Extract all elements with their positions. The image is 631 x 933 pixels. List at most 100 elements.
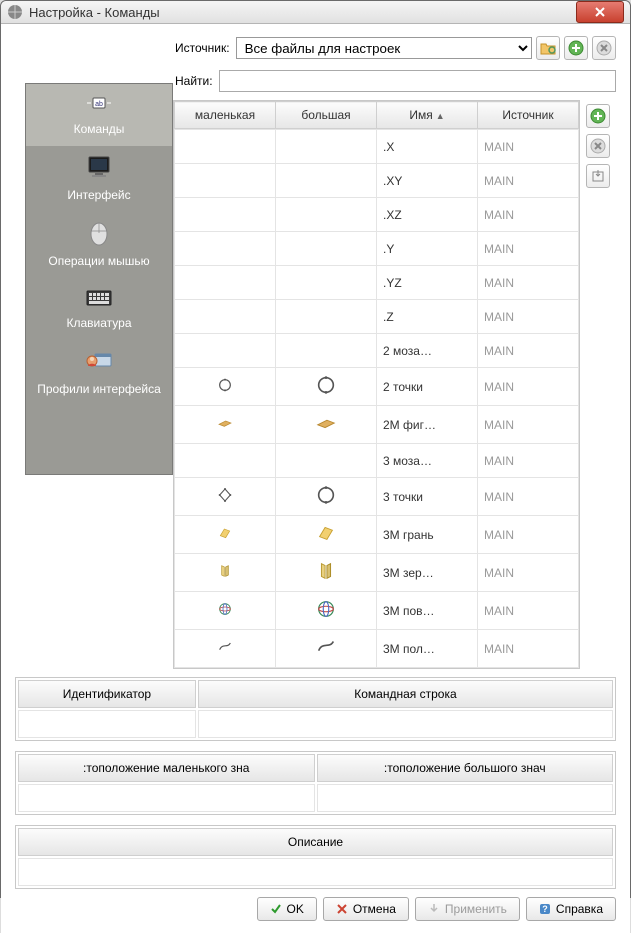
cell-source: MAIN bbox=[478, 406, 579, 444]
cell-name: .X bbox=[377, 130, 478, 164]
cell-small-icon bbox=[175, 516, 276, 554]
search-label: Найти: bbox=[175, 74, 213, 88]
cell-big-icon bbox=[276, 478, 377, 516]
table-side-buttons bbox=[586, 100, 616, 669]
table-row[interactable]: 3М граньMAIN bbox=[175, 516, 579, 554]
cell-name: .XY bbox=[377, 164, 478, 198]
cell-name: 3М пов… bbox=[377, 592, 478, 630]
detail-row bbox=[18, 858, 613, 886]
cell-big-icon bbox=[276, 592, 377, 630]
cell-big-icon bbox=[276, 406, 377, 444]
sidebar-item-mouse[interactable]: Операции мышью bbox=[26, 212, 172, 278]
cell-big-icon bbox=[276, 630, 377, 668]
table-row[interactable]: 3М пов…MAIN bbox=[175, 592, 579, 630]
ok-button[interactable]: OK bbox=[257, 897, 317, 921]
col-source[interactable]: Источник bbox=[478, 102, 579, 129]
content-area: Источник: Все файлы для настроек ab Кома… bbox=[1, 24, 630, 933]
cell-big-icon bbox=[276, 516, 377, 554]
cell-big-icon bbox=[276, 130, 377, 164]
table-row[interactable]: 2 точкиMAIN bbox=[175, 368, 579, 406]
sidebar-item-profiles[interactable]: Профили интерфейса bbox=[26, 340, 172, 406]
cell-small-icon bbox=[175, 300, 276, 334]
cell-source: MAIN bbox=[478, 334, 579, 368]
export-command-button[interactable] bbox=[586, 164, 610, 188]
remove-button[interactable] bbox=[592, 36, 616, 60]
cell-source: MAIN bbox=[478, 592, 579, 630]
cell-name: 3М пол… bbox=[377, 630, 478, 668]
cell-name: 2 точки bbox=[377, 368, 478, 406]
table-scroll[interactable]: .XMAIN.XYMAIN.XZMAIN.YMAIN.YZMAIN.ZMAIN2… bbox=[174, 129, 579, 668]
cell-big-icon bbox=[276, 444, 377, 478]
detail-row bbox=[18, 784, 613, 812]
source-row: Источник: Все файлы для настроек bbox=[15, 36, 616, 60]
cell-name: 2М фиг… bbox=[377, 406, 478, 444]
close-button[interactable] bbox=[576, 1, 624, 23]
table-row[interactable]: .YZMAIN bbox=[175, 266, 579, 300]
cell-big-icon bbox=[276, 368, 377, 406]
table-header-row: маленькая большая Имя▲ Источник bbox=[175, 102, 579, 129]
cell-name: 3 точки bbox=[377, 478, 478, 516]
table-row[interactable]: .YMAIN bbox=[175, 232, 579, 266]
table-row[interactable]: .ZMAIN bbox=[175, 300, 579, 334]
apply-button[interactable]: Применить bbox=[415, 897, 520, 921]
cell-source: MAIN bbox=[478, 516, 579, 554]
delete-command-button[interactable] bbox=[586, 134, 610, 158]
cell-big-icon bbox=[276, 334, 377, 368]
cell-big-icon bbox=[276, 232, 377, 266]
table-row[interactable]: 3 моза…MAIN bbox=[175, 444, 579, 478]
col-big[interactable]: большая bbox=[276, 102, 377, 129]
cell-small-icon bbox=[175, 334, 276, 368]
cell-name: .XZ bbox=[377, 198, 478, 232]
table-row[interactable]: 2М фиг…MAIN bbox=[175, 406, 579, 444]
table-row[interactable]: .XZMAIN bbox=[175, 198, 579, 232]
add-button[interactable] bbox=[564, 36, 588, 60]
browse-folder-button[interactable] bbox=[536, 36, 560, 60]
cancel-button[interactable]: Отмена bbox=[323, 897, 409, 921]
cell-source: MAIN bbox=[478, 300, 579, 334]
table-area: маленькая большая Имя▲ Источник .XMAIN.X… bbox=[173, 100, 616, 669]
cell-name: 2 моза… bbox=[377, 334, 478, 368]
sidebar-item-label: Клавиатура bbox=[28, 316, 170, 330]
cell-source: MAIN bbox=[478, 444, 579, 478]
cell-small-icon bbox=[175, 266, 276, 300]
commandline-header[interactable]: Командная строка bbox=[198, 680, 613, 708]
sidebar-item-keyboard[interactable]: Клавиатура bbox=[26, 278, 172, 340]
cell-source: MAIN bbox=[478, 630, 579, 668]
cell-small-icon bbox=[175, 130, 276, 164]
col-name[interactable]: Имя▲ bbox=[377, 102, 478, 129]
cell-small-icon bbox=[175, 198, 276, 232]
cell-big-icon bbox=[276, 300, 377, 334]
cell-source: MAIN bbox=[478, 198, 579, 232]
add-command-button[interactable] bbox=[586, 104, 610, 128]
small-icon-loc-header[interactable]: :тоположение маленького зна bbox=[18, 754, 315, 782]
sidebar-item-commands[interactable]: ab Команды bbox=[26, 84, 172, 146]
cell-small-icon bbox=[175, 630, 276, 668]
table-row[interactable]: 3 точкиMAIN bbox=[175, 478, 579, 516]
big-icon-loc-header[interactable]: :тоположение большого знач bbox=[317, 754, 614, 782]
table-row[interactable]: 3М зер…MAIN bbox=[175, 554, 579, 592]
col-small[interactable]: маленькая bbox=[175, 102, 276, 129]
source-select[interactable]: Все файлы для настроек bbox=[236, 37, 532, 59]
titlebar: Настройка - Команды bbox=[1, 1, 630, 24]
table-row[interactable]: 3М пол…MAIN bbox=[175, 630, 579, 668]
description-header[interactable]: Описание bbox=[18, 828, 613, 856]
cell-small-icon bbox=[175, 592, 276, 630]
cell-small-icon bbox=[175, 406, 276, 444]
cell-big-icon bbox=[276, 266, 377, 300]
cell-small-icon bbox=[175, 232, 276, 266]
table-row[interactable]: .XMAIN bbox=[175, 130, 579, 164]
sidebar-item-label: Профили интерфейса bbox=[28, 382, 170, 396]
source-label: Источник: bbox=[175, 41, 230, 55]
cell-name: .Z bbox=[377, 300, 478, 334]
help-button[interactable]: ? Справка bbox=[526, 897, 616, 921]
sidebar-item-label: Интерфейс bbox=[28, 188, 170, 202]
cell-big-icon bbox=[276, 198, 377, 232]
sidebar-item-interface[interactable]: Интерфейс bbox=[26, 146, 172, 212]
table-row[interactable]: .XYMAIN bbox=[175, 164, 579, 198]
cell-small-icon bbox=[175, 444, 276, 478]
identifier-header[interactable]: Идентификатор bbox=[18, 680, 196, 708]
settings-window: Настройка - Команды Источник: Все файлы … bbox=[0, 0, 631, 898]
table-row[interactable]: 2 моза…MAIN bbox=[175, 334, 579, 368]
cell-name: 3 моза… bbox=[377, 444, 478, 478]
search-input[interactable] bbox=[219, 70, 616, 92]
